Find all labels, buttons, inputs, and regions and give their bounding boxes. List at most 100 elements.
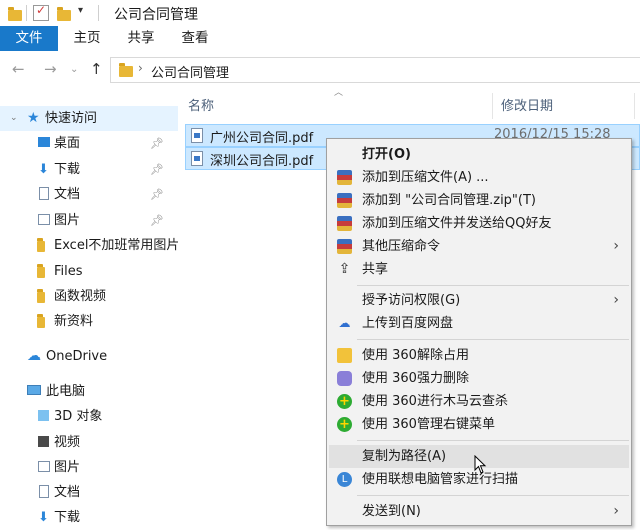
menu-item-label: 使用 360解除占用 bbox=[362, 348, 469, 363]
pin-icon[interactable]: 📌︎ bbox=[150, 208, 164, 233]
folder-icon bbox=[37, 238, 45, 252]
sidebar-item-label: 下载 bbox=[54, 510, 81, 525]
download-icon: ⬇ bbox=[38, 162, 49, 177]
customize-quick-access-icon[interactable]: ▾ bbox=[78, 5, 83, 16]
sidebar-item-pictures[interactable]: 图片 📌︎ bbox=[0, 208, 178, 233]
sidebar-item-label: 快速访问 bbox=[45, 111, 98, 126]
sidebar-item-label: Excel不加班常用图片 bbox=[54, 238, 180, 253]
tab-home[interactable]: 主页 bbox=[62, 26, 112, 51]
sidebar-this-pc[interactable]: 此电脑 bbox=[0, 379, 178, 404]
folder-icon bbox=[37, 264, 45, 278]
up-arrow-icon[interactable]: ↑ bbox=[90, 60, 103, 78]
tab-share[interactable]: 共享 bbox=[116, 26, 166, 51]
sidebar-item-downloads[interactable]: ⬇ 下载 📌︎ bbox=[0, 157, 178, 182]
menu-item-label: 添加到压缩文件并发送给QQ好友 bbox=[362, 216, 552, 231]
pdf-file-icon bbox=[191, 128, 203, 143]
new-folder-icon[interactable] bbox=[57, 7, 71, 21]
window-title: 公司合同管理 bbox=[114, 7, 198, 23]
menu-item-open[interactable]: 打开(O) bbox=[329, 143, 629, 166]
sidebar-item-pc-pictures[interactable]: 图片 bbox=[0, 455, 178, 480]
back-arrow-icon[interactable]: ← bbox=[12, 60, 25, 78]
sidebar-item-3d-objects[interactable]: 3D 对象 bbox=[0, 404, 178, 429]
sidebar-item-pc-documents[interactable]: 文档 bbox=[0, 480, 178, 505]
menu-item-archive-send-qq[interactable]: 添加到压缩文件并发送给QQ好友 bbox=[329, 212, 629, 235]
address-bar[interactable]: › 公司合同管理 bbox=[110, 57, 640, 83]
menu-separator bbox=[357, 440, 629, 441]
cloud-icon: ☁ bbox=[27, 348, 41, 364]
menu-item-upload-baidu[interactable]: ☁ 上传到百度网盘 bbox=[329, 312, 629, 335]
sidebar-item-label: 函数视频 bbox=[54, 289, 107, 304]
submenu-chevron-icon: › bbox=[613, 503, 619, 519]
column-separator[interactable] bbox=[634, 93, 635, 119]
sidebar-item-label: 3D 对象 bbox=[54, 409, 103, 424]
forward-arrow-icon[interactable]: → bbox=[44, 60, 57, 78]
sidebar-item-new-materials[interactable]: 新资料 bbox=[0, 309, 178, 334]
360-scan-icon: + bbox=[337, 394, 352, 409]
sidebar-item-pc-downloads[interactable]: ⬇ 下载 bbox=[0, 505, 178, 530]
menu-item-label: 添加到压缩文件(A) ... bbox=[362, 170, 489, 185]
document-icon bbox=[39, 187, 49, 200]
navigation-bar: ← → ⌄ ↑ › 公司合同管理 bbox=[0, 51, 640, 87]
video-icon bbox=[38, 436, 49, 447]
title-bar: ✓ ▾ 公司合同管理 bbox=[0, 0, 640, 26]
folder-icon bbox=[8, 7, 22, 21]
menu-item-360-scan[interactable]: + 使用 360进行木马云查杀 bbox=[329, 390, 629, 413]
pin-icon[interactable]: 📌︎ bbox=[150, 182, 164, 207]
sort-chevron-icon: ︿ bbox=[334, 88, 344, 98]
menu-item-share[interactable]: ⇪ 共享 bbox=[329, 258, 629, 281]
file-name: 广州公司合同.pdf bbox=[210, 131, 314, 146]
folder-icon bbox=[37, 314, 45, 328]
sidebar-item-function-videos[interactable]: 函数视频 bbox=[0, 284, 178, 309]
column-header: ︿ 名称 修改日期 bbox=[178, 87, 640, 119]
sidebar-item-label: 视频 bbox=[54, 435, 81, 450]
properties-icon[interactable]: ✓ bbox=[33, 3, 49, 21]
menu-item-add-to-archive[interactable]: 添加到压缩文件(A) ... bbox=[329, 166, 629, 189]
picture-icon bbox=[38, 461, 50, 472]
pin-icon[interactable]: 📌︎ bbox=[150, 157, 164, 182]
sidebar-item-label: 下载 bbox=[54, 162, 81, 177]
360-delete-icon bbox=[337, 371, 352, 386]
menu-item-label: 其他压缩命令 bbox=[362, 239, 441, 254]
360-unlock-icon bbox=[337, 348, 352, 363]
sidebar-item-label: 新资料 bbox=[54, 314, 94, 329]
pin-icon[interactable]: 📌︎ bbox=[150, 131, 164, 156]
menu-item-grant-access[interactable]: 授予访问权限(G) › bbox=[329, 289, 629, 312]
menu-item-360-delete[interactable]: 使用 360强力删除 bbox=[329, 367, 629, 390]
submenu-chevron-icon: › bbox=[613, 292, 619, 308]
column-name-header[interactable]: 名称 bbox=[188, 95, 214, 114]
sidebar-item-desktop[interactable]: 桌面 📌︎ bbox=[0, 131, 178, 156]
sidebar-quick-access[interactable]: ⌄ ★ 快速访问 bbox=[0, 106, 178, 131]
star-icon: ★ bbox=[27, 110, 40, 126]
tab-view[interactable]: 查看 bbox=[170, 26, 220, 51]
column-separator[interactable] bbox=[492, 93, 493, 119]
menu-item-360-unlock[interactable]: 使用 360解除占用 bbox=[329, 344, 629, 367]
sidebar-item-label: 此电脑 bbox=[46, 384, 86, 399]
breadcrumb-chevron-icon[interactable]: › bbox=[138, 61, 143, 75]
column-date-header[interactable]: 修改日期 bbox=[501, 95, 553, 114]
archive-icon bbox=[337, 170, 352, 185]
recent-locations-chevron-icon[interactable]: ⌄ bbox=[70, 64, 78, 75]
baidu-cloud-icon: ☁ bbox=[338, 316, 351, 330]
menu-item-add-to-zip[interactable]: 添加到 "公司合同管理.zip"(T) bbox=[329, 189, 629, 212]
desktop-icon bbox=[38, 137, 50, 147]
menu-separator bbox=[357, 339, 629, 340]
menu-item-label: 使用 360管理右键菜单 bbox=[362, 417, 495, 432]
expand-chevron-icon[interactable]: ⌄ bbox=[10, 106, 18, 131]
menu-item-other-compress[interactable]: 其他压缩命令 › bbox=[329, 235, 629, 258]
sidebar-item-files[interactable]: Files bbox=[0, 259, 178, 284]
sidebar-item-excel-images[interactable]: Excel不加班常用图片 bbox=[0, 233, 180, 258]
360-menu-icon: + bbox=[337, 417, 352, 432]
menu-item-360-manage[interactable]: + 使用 360管理右键菜单 bbox=[329, 413, 629, 436]
menu-item-label: 发送到(N) bbox=[362, 504, 421, 519]
menu-item-send-to[interactable]: 发送到(N) › bbox=[329, 500, 629, 523]
file-name: 深圳公司合同.pdf bbox=[210, 154, 314, 169]
sidebar-onedrive[interactable]: ☁ OneDrive bbox=[0, 344, 178, 369]
sidebar-item-videos[interactable]: 视频 bbox=[0, 430, 178, 455]
tab-file[interactable]: 文件 bbox=[0, 26, 58, 51]
pdf-file-icon bbox=[191, 151, 203, 166]
archive-icon bbox=[337, 216, 352, 231]
menu-item-label: 共享 bbox=[362, 262, 389, 277]
sidebar-item-documents[interactable]: 文档 📌︎ bbox=[0, 182, 178, 207]
menu-item-label: 添加到 "公司合同管理.zip"(T) bbox=[362, 193, 536, 208]
breadcrumb-current[interactable]: 公司合同管理 bbox=[151, 62, 229, 81]
